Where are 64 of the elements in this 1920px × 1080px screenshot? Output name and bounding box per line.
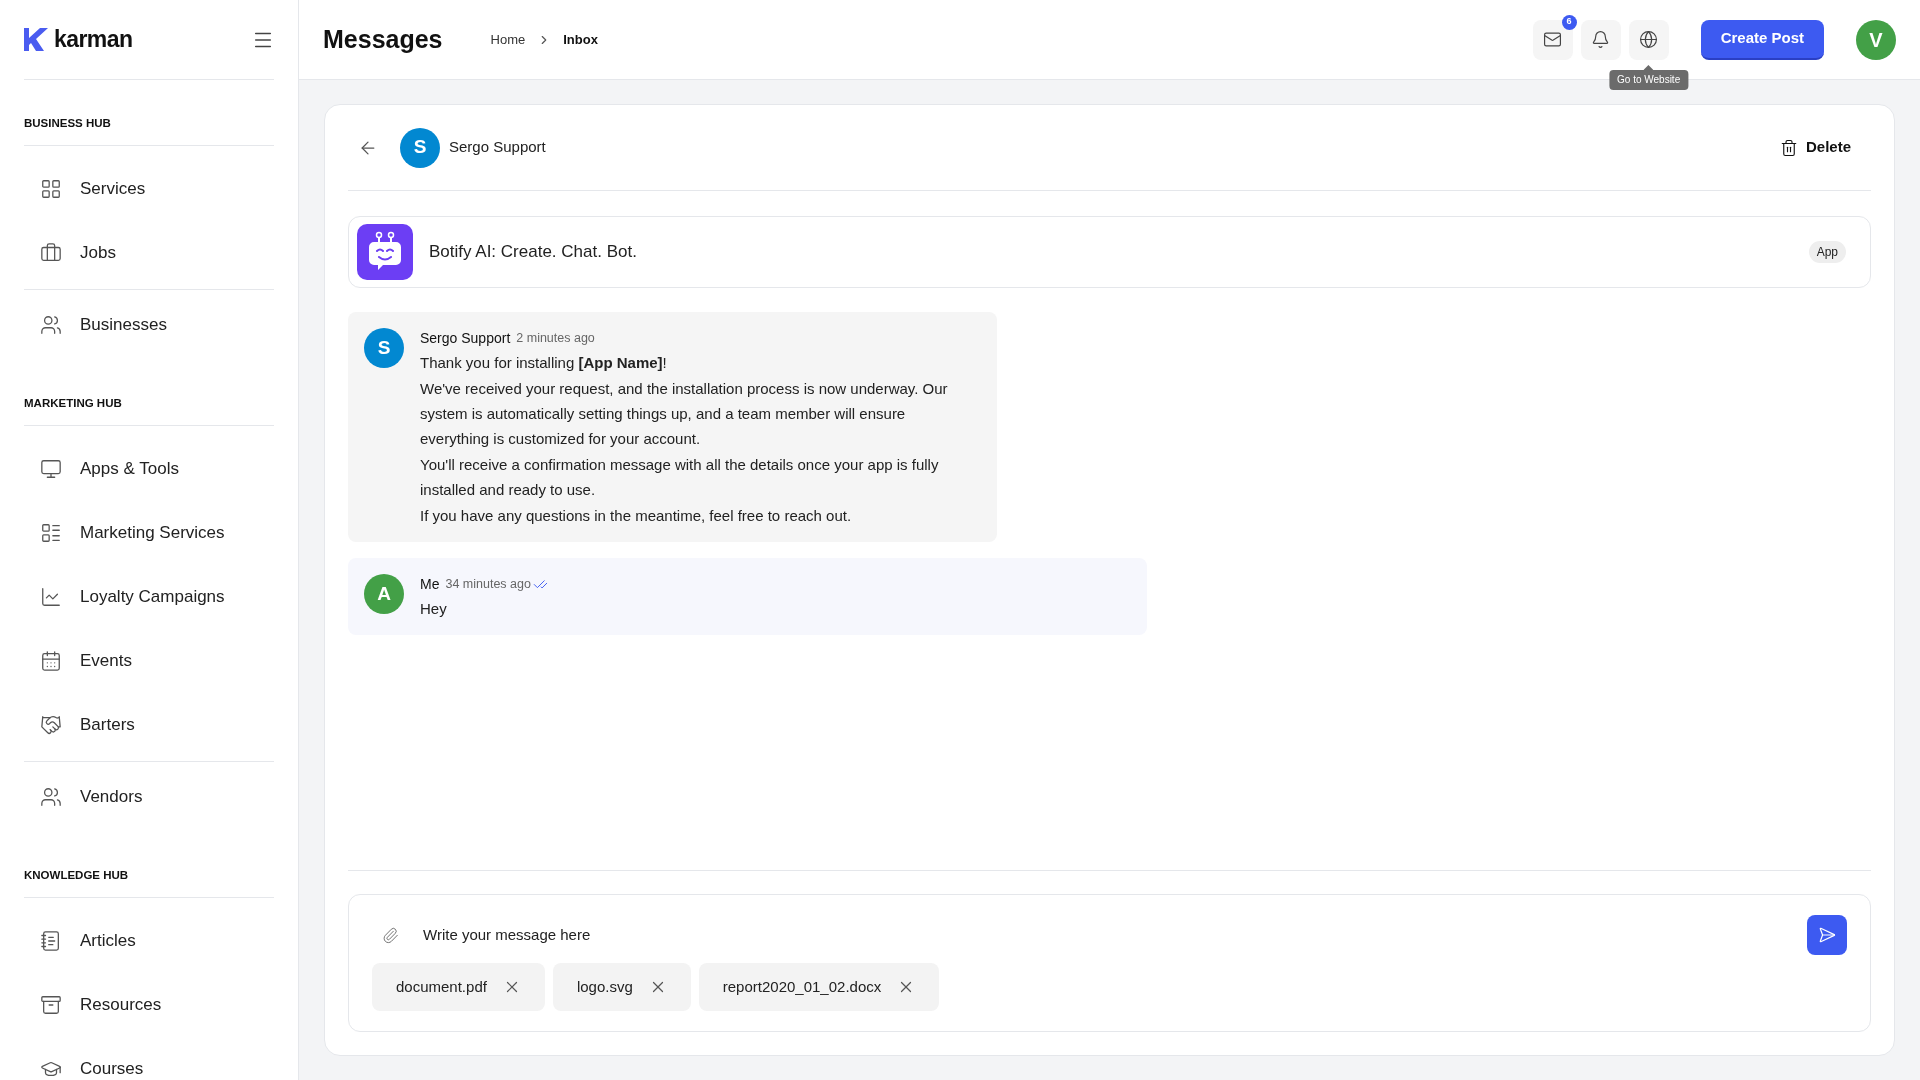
delete-button[interactable]: Delete	[1779, 136, 1851, 159]
logo-icon	[24, 28, 48, 51]
sender-name: Sergo Support	[420, 329, 511, 348]
app-tag: App	[1808, 241, 1846, 263]
file-name: logo.svg	[576, 976, 633, 997]
mail-icon	[1543, 30, 1563, 49]
bell-icon	[1591, 30, 1611, 49]
sidebar-item[interactable]: Courses	[24, 1037, 274, 1080]
sidebar-item[interactable]: Loyalty Campaigns	[24, 565, 274, 629]
archive-icon	[40, 994, 62, 1016]
globe-icon	[1639, 30, 1659, 49]
message-text: Thank you for installing [App Name]!	[420, 353, 668, 373]
unread-badge: 6	[1561, 14, 1577, 30]
contact-name: Sergo Support	[449, 137, 546, 158]
section-heading: KNOWLEDGE HUB	[24, 869, 129, 881]
message-text: We've received your request, and the installation process is now underway. Our system is automatically setting things up, and a team member will ensure everything is customized for your account.	[420, 379, 949, 449]
message-text: Hey	[420, 599, 448, 619]
trash-icon	[1779, 138, 1798, 157]
sidebar-item[interactable]: Articles	[24, 909, 274, 973]
avatar: A	[364, 574, 404, 614]
briefcase-icon	[40, 242, 62, 264]
handshake-icon	[40, 714, 62, 736]
notebook-icon	[40, 930, 62, 952]
calendar-icon	[40, 650, 62, 672]
app-name: Botify AI: Create. Chat. Bot.	[429, 241, 637, 264]
grid-icon	[40, 178, 62, 200]
send-icon	[1818, 926, 1836, 944]
sidebar-item[interactable]: Jobs	[24, 221, 274, 285]
message-text: You'll receive a confirmation message with all the details once your app is fully installed and ready to use.	[420, 455, 940, 500]
message-text: If you have any questions in the meantime, feel free to reach out.	[420, 506, 853, 526]
message-time: 34 minutes ago	[445, 576, 531, 594]
brand-name: karman	[54, 25, 133, 55]
people-icon	[40, 314, 62, 336]
create-post-button[interactable]: Create Post	[1700, 19, 1824, 60]
sidebar-item[interactable]: Businesses	[24, 293, 274, 357]
robot-app-icon	[357, 224, 413, 280]
paperclip-icon[interactable]	[382, 926, 399, 944]
website-button[interactable]	[1628, 19, 1669, 60]
sidebar-item[interactable]: Services	[24, 157, 274, 221]
sidebar-item[interactable]: Apps & Tools	[24, 437, 274, 501]
sidebar-item[interactable]: Events	[24, 629, 274, 693]
sidebar-item[interactable]: Marketing Services	[24, 501, 274, 565]
breadcrumb-link[interactable]: Home	[490, 29, 526, 50]
sidebar-item[interactable]: Barters	[24, 693, 274, 757]
sender-name: Me	[420, 575, 440, 594]
section-heading: MARKETING HUB	[24, 397, 122, 409]
page-title: Messages	[323, 23, 443, 55]
message-time: 2 minutes ago	[516, 330, 595, 348]
send-button[interactable]	[1807, 915, 1847, 955]
layout-icon	[40, 522, 62, 544]
monitor-icon	[40, 458, 62, 480]
tooltip-arrow-icon	[1643, 64, 1654, 70]
file-name: report2020_01_02.docx	[722, 976, 882, 997]
avatar: S	[400, 127, 440, 168]
notifications-button[interactable]	[1580, 19, 1621, 60]
sidebar-item[interactable]: Resources	[24, 973, 274, 1037]
file-name: document.pdf	[396, 976, 487, 997]
sidebar-item[interactable]: Vendors	[24, 765, 274, 829]
line-chart-icon	[40, 586, 62, 608]
section-heading: BUSINESS HUB	[24, 117, 111, 129]
people-icon	[40, 786, 62, 808]
avatar: S	[364, 328, 404, 368]
breadcrumb-link[interactable]: Inbox	[563, 29, 598, 50]
message-input[interactable]: Write your message here	[423, 923, 1807, 947]
